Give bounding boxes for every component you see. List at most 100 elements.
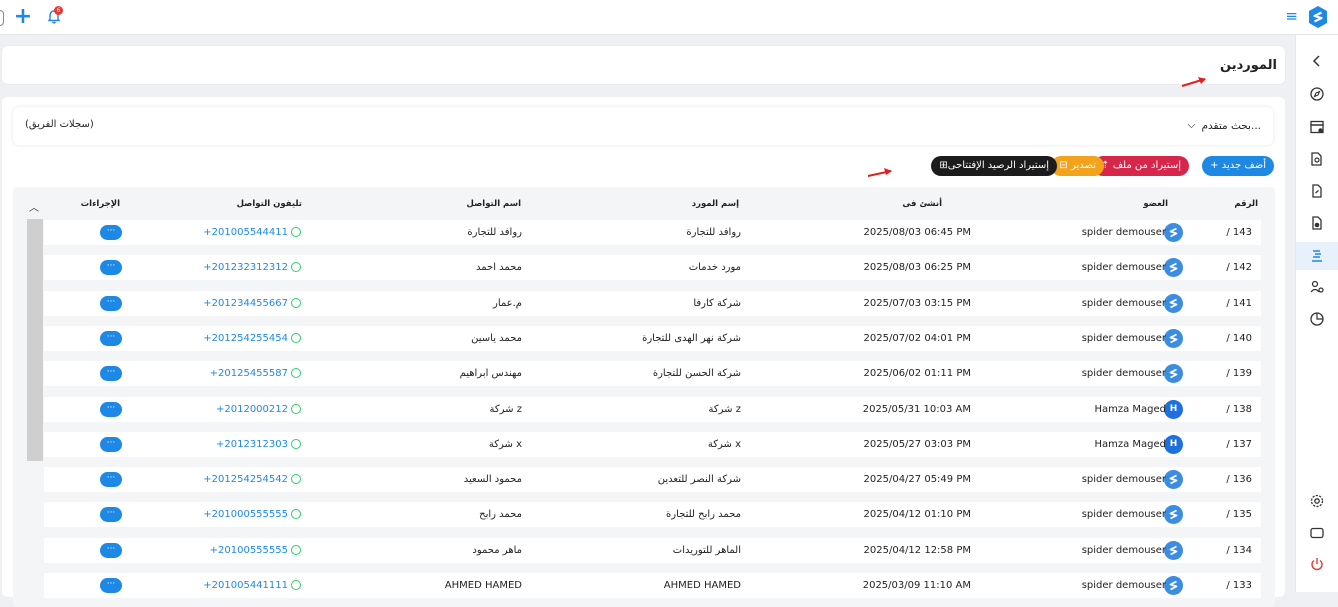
cell-phone[interactable]: +201232312312 — [203, 262, 301, 273]
cell-supplier-name[interactable]: AHMED HAMED — [664, 580, 741, 591]
column-member[interactable]: العضو — [1143, 199, 1168, 209]
table-row[interactable]: / 137 H Hamza Maged 2025/05/27 03:03 PM شركة… — [44, 431, 1261, 457]
whatsapp-icon[interactable] — [291, 509, 301, 520]
advanced-search-bar[interactable]: ⌵ بحث متقدم... (سجلات الفريق) — [13, 107, 1273, 145]
whatsapp-icon[interactable] — [291, 297, 301, 308]
power-icon[interactable] — [1306, 553, 1328, 575]
actions-button[interactable]: ··· — [100, 507, 122, 523]
whatsapp-icon[interactable] — [291, 580, 301, 590]
settings-icon[interactable] — [1306, 490, 1328, 512]
whatsapp-icon[interactable] — [291, 474, 301, 485]
table-row[interactable]: / 136 spider demouser 2025/04/27 05:49 PM ش… — [44, 467, 1261, 493]
cell-phone[interactable]: +201000555555 — [203, 509, 301, 520]
cell-phone[interactable]: +20100555555 — [210, 544, 301, 556]
actions-button[interactable]: ··· — [100, 578, 122, 593]
scrollbar[interactable] — [27, 219, 43, 461]
phone-number[interactable]: +201232312312 — [203, 262, 288, 273]
advanced-search-toggle[interactable]: ⌵ بحث متقدم... — [1188, 119, 1261, 132]
column-number[interactable]: الرقم — [1234, 199, 1258, 209]
export-button[interactable]: ⊟ تصدير — [1051, 156, 1104, 176]
cell-supplier-name[interactable]: شركة النصر للتعدين — [658, 474, 741, 485]
column-phone[interactable]: تليفون التواصل — [237, 199, 302, 209]
table-row[interactable]: / 134 spider demouser 2025/04/12 12:58 PM ا… — [44, 537, 1261, 563]
add-new-button[interactable]: + أضف جديد — [1202, 156, 1274, 176]
phone-number[interactable]: +201005441111 — [203, 580, 288, 591]
actions-button[interactable]: ··· — [100, 366, 122, 382]
phone-number[interactable]: +201234455667 — [203, 298, 288, 309]
suppliers-panel: ⌵ بحث متقدم... (سجلات الفريق) + أضف جديد… — [2, 97, 1285, 607]
avatar-logo-icon — [1164, 258, 1183, 278]
cell-supplier-name[interactable]: شركة كارفا — [693, 298, 741, 309]
document-search-icon[interactable] — [1306, 148, 1328, 170]
table-row[interactable]: / 143 spider demouser 2025/08/03 06:45 PM ر… — [44, 220, 1261, 245]
table-row[interactable]: / 138 H Hamza Maged 2025/05/31 10:03 AM شركة… — [44, 396, 1261, 422]
actions-button[interactable]: ··· — [100, 542, 122, 558]
cell-phone[interactable]: +201005441111 — [203, 580, 301, 591]
report-chart-icon[interactable] — [1306, 308, 1328, 330]
whatsapp-icon[interactable] — [291, 403, 301, 414]
phone-number[interactable]: +201254254542 — [203, 474, 288, 485]
whatsapp-icon[interactable] — [291, 262, 301, 273]
actions-button[interactable]: ··· — [100, 436, 122, 452]
file-link-icon[interactable] — [1306, 180, 1328, 202]
scroll-up-icon[interactable]: ︿ — [29, 199, 39, 214]
cell-supplier-name[interactable]: الماهر للتوريدات — [673, 545, 741, 556]
phone-number[interactable]: +201005544411 — [203, 227, 288, 238]
cell-supplier-name[interactable]: محمد رابح للتجارة — [666, 509, 741, 520]
actions-button[interactable]: ··· — [100, 260, 122, 276]
compass-icon[interactable] — [1306, 83, 1328, 105]
whatsapp-icon[interactable] — [291, 438, 301, 449]
chevron-left-icon[interactable] — [1306, 50, 1328, 72]
phone-number[interactable]: +2012312303 — [216, 439, 288, 450]
users-gear-icon[interactable] — [1306, 276, 1328, 298]
collapse-handle[interactable] — [0, 10, 4, 26]
table-row[interactable]: / 139 spider demouser 2025/06/02 01:11 PM ش… — [44, 361, 1261, 387]
whatsapp-icon[interactable] — [291, 332, 301, 343]
screen-icon[interactable] — [1306, 522, 1328, 544]
table-row[interactable]: / 142 spider demouser 2025/08/03 06:25 PM م… — [44, 255, 1261, 281]
cell-created-at: 2025/04/27 05:49 PM — [863, 474, 971, 486]
table-row[interactable]: / 135 spider demouser 2025/04/12 01:10 PM م… — [44, 502, 1261, 528]
phone-number[interactable]: +201254255454 — [203, 333, 288, 344]
import-opening-balance-button[interactable]: ⊞إستيراد الرصيد الإفتتاحى — [931, 156, 1057, 176]
cell-phone[interactable]: +2012312303 — [216, 438, 301, 450]
cell-supplier-name[interactable]: شركة z — [709, 404, 741, 415]
actions-button[interactable]: ··· — [100, 472, 122, 488]
cell-supplier-name[interactable]: شركة الحسن للتجارة — [653, 368, 741, 379]
cell-phone[interactable]: +201005544411 — [203, 227, 301, 238]
column-created-at[interactable]: أنشئ فى — [902, 199, 942, 209]
table-row[interactable]: / 140 spider demouser 2025/07/02 04:01 PM ش… — [44, 325, 1261, 351]
phone-number[interactable]: +20100555555 — [210, 545, 288, 556]
phone-number[interactable]: +201000555555 — [203, 509, 288, 520]
whatsapp-icon[interactable] — [291, 544, 301, 555]
cell-phone[interactable]: +2012000212 — [216, 403, 301, 415]
column-contact-name[interactable]: اسم التواصل — [466, 199, 521, 209]
table-row[interactable]: / 133 spider demouser 2025/03/09 11:10 AM A… — [44, 573, 1261, 598]
cell-phone[interactable]: +201254255454 — [203, 332, 301, 344]
import-file-button[interactable]: ⇡ إستيراد من ملف — [1093, 156, 1189, 176]
table-row[interactable]: / 141 spider demouser 2025/07/03 03:15 PM ش… — [44, 290, 1261, 316]
suppliers-icon[interactable] — [1296, 242, 1338, 270]
whatsapp-icon[interactable] — [291, 227, 301, 237]
cell-phone[interactable]: +201254254542 — [203, 474, 301, 485]
cell-phone[interactable]: +20125455587 — [210, 368, 301, 379]
actions-button[interactable]: ··· — [100, 330, 122, 346]
actions-button[interactable]: ··· — [100, 295, 122, 311]
actions-button[interactable]: ··· — [100, 225, 122, 240]
menu-icon[interactable]: ≡ — [1285, 9, 1298, 24]
add-button[interactable]: + — [12, 6, 34, 29]
phone-number[interactable]: +20125455587 — [210, 368, 288, 379]
whatsapp-icon[interactable] — [291, 368, 301, 379]
cell-supplier-name[interactable]: روافد للتجارة — [686, 227, 741, 238]
cell-supplier-name[interactable]: شركة x — [708, 439, 741, 450]
storage-icon[interactable] — [1306, 116, 1328, 138]
phone-number[interactable]: +2012000212 — [216, 404, 288, 415]
cell-created-at: 2025/05/27 03:03 PM — [863, 438, 971, 450]
file-user-icon[interactable] — [1306, 212, 1328, 234]
cell-phone[interactable]: +201234455667 — [203, 297, 301, 309]
column-supplier-name[interactable]: إسم المورد — [692, 199, 739, 209]
cell-supplier-name[interactable]: مورد خدمات — [689, 262, 741, 273]
actions-button[interactable]: ··· — [100, 401, 122, 417]
cell-supplier-name[interactable]: شركة نهر الهدى للتجارة — [642, 333, 741, 344]
cell-number: / 143 — [1226, 227, 1252, 238]
